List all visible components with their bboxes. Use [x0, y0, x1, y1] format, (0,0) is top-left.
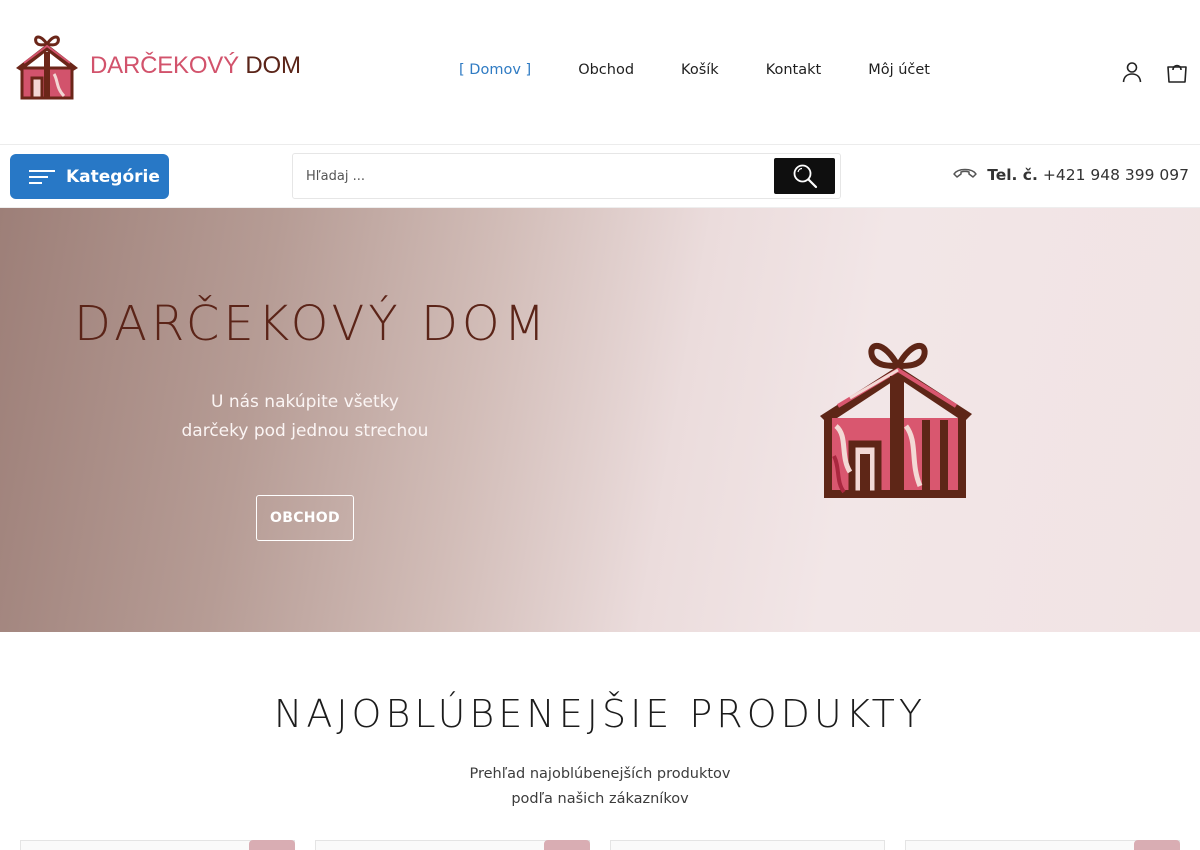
phone-contact: Tel. č. +421 948 399 097	[952, 166, 1189, 184]
nav-item-kontakt[interactable]: Kontakt	[766, 62, 822, 78]
hero-title: DARČEKOVÝ DOM	[74, 296, 550, 352]
phone-icon	[953, 168, 977, 178]
gift-house-hero-icon	[820, 343, 972, 498]
search-input[interactable]	[293, 154, 773, 198]
search-button[interactable]	[774, 158, 835, 194]
categories-label: Kategórie	[66, 166, 160, 187]
shopping-bag-icon[interactable]	[1165, 60, 1189, 84]
nav-item-obchod[interactable]: Obchod	[578, 62, 634, 78]
section-subtitle-line1: Prehľad najoblúbenejších produktov	[469, 766, 731, 782]
nav-item-domov[interactable]: Domov	[459, 62, 531, 78]
logo-text: DARČEKOVÝ DOM	[90, 52, 301, 80]
product-card[interactable]	[905, 840, 1180, 850]
product-card[interactable]	[20, 840, 295, 850]
header-icons	[1120, 60, 1189, 84]
main-nav: Domov Obchod Košík Kontakt Môj účet	[459, 62, 977, 78]
product-badge	[544, 840, 590, 850]
logo-text-part1: DARČEKOVÝ	[90, 52, 239, 79]
user-icon[interactable]	[1120, 60, 1144, 84]
logo-text-part2: DOM	[245, 52, 301, 79]
nav-item-kosik[interactable]: Košík	[681, 62, 719, 78]
product-cards	[0, 840, 1200, 850]
categories-button[interactable]: Kategórie	[10, 154, 169, 199]
hero-subtitle-line2: darčeky pod jednou strechou	[181, 421, 429, 441]
search-icon	[793, 164, 817, 189]
gift-house-logo-icon	[16, 35, 78, 100]
section-title: NAJOBLÚBENEJŠIE PRODUKTY	[273, 692, 927, 736]
hero-subtitle: U nás nakúpite všetky darčeky pod jednou…	[150, 388, 460, 446]
site-header: DARČEKOVÝ DOM Domov Obchod Košík Kontakt…	[0, 0, 1200, 145]
product-card[interactable]	[315, 840, 590, 850]
phone-label: Tel. č.	[987, 166, 1038, 184]
hero-banner: DARČEKOVÝ DOM U nás nakúpite všetky darč…	[0, 208, 1200, 632]
hero-shop-button[interactable]: OBCHOD	[256, 495, 354, 541]
hero-subtitle-line1: U nás nakúpite všetky	[211, 392, 399, 412]
phone-number[interactable]: +421 948 399 097	[1043, 166, 1189, 184]
section-subtitle: Prehľad najoblúbenejších produktov podľa…	[0, 762, 1200, 812]
nav-item-moj-ucet[interactable]: Môj účet	[868, 62, 930, 78]
site-logo[interactable]: DARČEKOVÝ DOM	[14, 30, 301, 102]
product-card[interactable]	[610, 840, 885, 850]
product-badge	[249, 840, 295, 850]
search-box	[292, 153, 841, 199]
toolbar: Kategórie Tel. č. +421 948 399 097	[0, 146, 1200, 208]
product-badge	[1134, 840, 1180, 850]
section-subtitle-line2: podľa našich zákazníkov	[511, 791, 689, 807]
menu-lines-icon	[29, 169, 55, 184]
